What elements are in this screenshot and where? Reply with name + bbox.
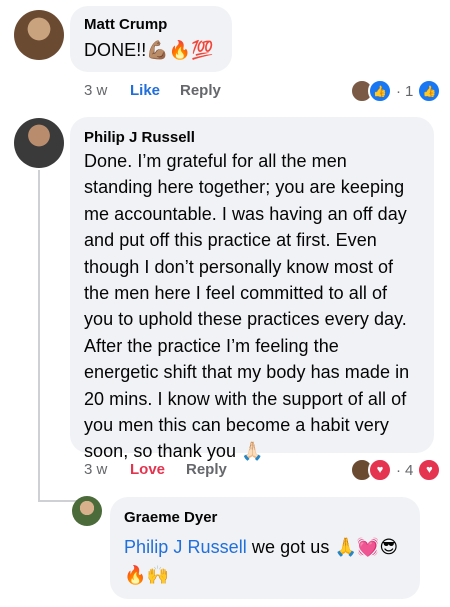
like-icon: 👍 <box>417 79 442 103</box>
avatar-graeme-dyer[interactable] <box>72 496 102 526</box>
comment-text: Done. I’m grateful for all the men stand… <box>84 148 420 465</box>
reply-text: Philip J Russell we got us 🙏💓😎 <box>124 534 406 560</box>
comment-actions-matt: 3 w Like Reply <box>84 82 284 102</box>
comment-time: 3 w <box>84 461 108 478</box>
avatar-philip-russell[interactable] <box>14 118 64 168</box>
reply-bubble-graeme: Graeme Dyer Philip J Russell we got us 🙏… <box>110 497 420 599</box>
avatar-matt-crump[interactable] <box>14 10 64 60</box>
love-icon: ♥ <box>417 458 442 482</box>
comment-line: After the practice I’m feeling the <box>84 335 339 356</box>
comment-actions-philip: 3 w Love Reply <box>84 461 284 481</box>
comment-line: me accountable. I was having an off day <box>84 203 407 224</box>
comment-author[interactable]: Philip J Russell <box>84 129 420 146</box>
reply-button[interactable]: Reply <box>180 82 221 99</box>
comment-line: the men here I feel committed to all of <box>84 283 388 304</box>
reply-text-line2: 🔥🙌 <box>124 565 169 586</box>
reaction-summary-philip[interactable]: ♥ · 4 ♥ <box>350 458 442 482</box>
reply-text-body: we got us 🙏💓😎 <box>246 537 399 557</box>
comment-line: you to uphold these practices every day. <box>84 309 407 330</box>
love-button[interactable]: Love <box>130 461 165 478</box>
thread-line <box>38 170 40 502</box>
comment-line: standing here together; you are keeping <box>84 177 405 198</box>
thread-connector <box>38 500 78 502</box>
comment-line: Done. I’m grateful for all the men <box>84 151 347 171</box>
comment-line: though I don’t personally know most of <box>84 256 394 277</box>
reaction-summary-matt[interactable]: 👍 · 1 👍 <box>350 79 442 103</box>
comment-bubble-matt: Matt Crump DONE!!💪🏽🔥💯 <box>70 6 232 72</box>
comment-line: energetic shift that my body has made in <box>84 362 410 383</box>
reaction-count: 4 <box>405 461 414 479</box>
reply-button[interactable]: Reply <box>186 461 227 478</box>
mention-link[interactable]: Philip J Russell <box>124 537 247 557</box>
separator: · <box>396 82 401 100</box>
comment-line: you men this can become a habit very <box>84 415 389 436</box>
comment-author[interactable]: Matt Crump <box>84 16 218 33</box>
reaction-count: 1 <box>405 82 414 100</box>
comment-time: 3 w <box>84 82 108 99</box>
comment-text: DONE!!💪🏽🔥💯 <box>84 40 214 60</box>
comment-bubble-philip: Philip J Russell Done. I’m grateful for … <box>70 117 434 461</box>
separator: · <box>396 461 401 479</box>
like-icon: 👍 <box>368 79 392 103</box>
comment-line: 20 mins. I know with the support of all … <box>84 388 407 409</box>
reply-author[interactable]: Graeme Dyer <box>124 509 406 526</box>
like-button[interactable]: Like <box>130 82 160 99</box>
comment-line: and put off this practice at first. Even <box>84 230 377 251</box>
love-icon: ♥ <box>368 458 392 482</box>
